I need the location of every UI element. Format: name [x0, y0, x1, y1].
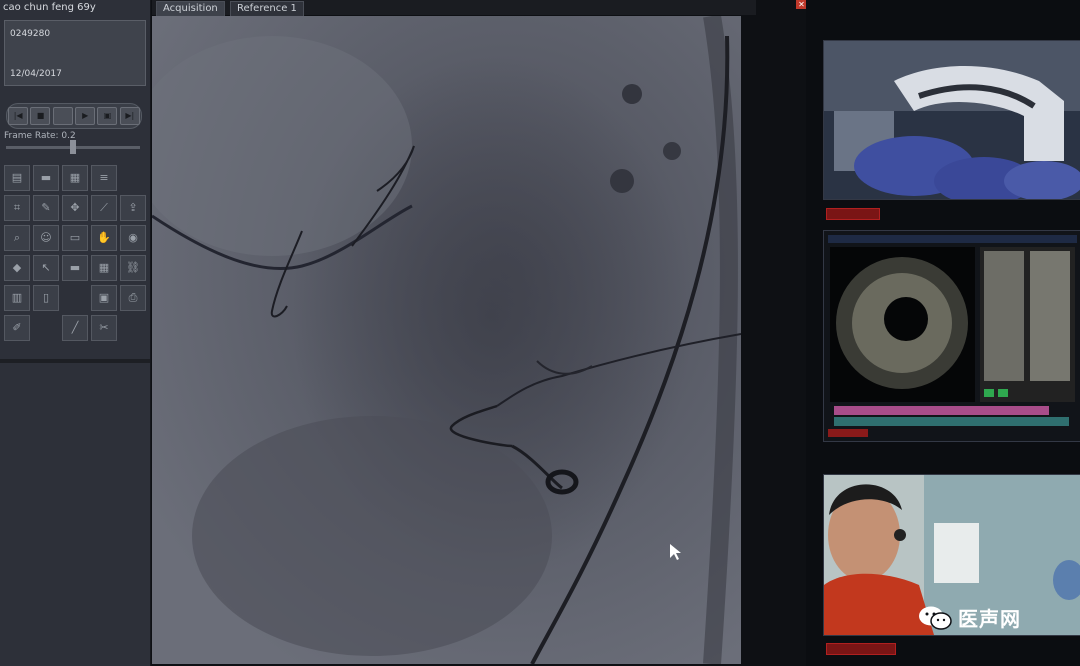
book-icon[interactable]: ▯ [33, 285, 59, 311]
tool-slot-empty [120, 315, 146, 341]
pointer-icon[interactable]: ↖ [33, 255, 59, 281]
ivus-image [824, 231, 1080, 441]
panel-divider [0, 359, 150, 363]
feed-label-tag [826, 643, 896, 655]
study-date: 12/04/2017 [10, 69, 62, 79]
wechat-logo-icon [919, 606, 952, 630]
frame-rate-slider-thumb[interactable] [70, 140, 76, 154]
tab-reference-1[interactable]: Reference 1 [230, 1, 304, 17]
ivus-video-feed [823, 230, 1080, 442]
first-frame-button[interactable]: |◀ [8, 107, 29, 125]
window-icon[interactable]: ▣ [91, 285, 117, 311]
control-panel: cao chun feng 69y 0249280 12/04/2017 |◀ … [0, 0, 151, 666]
watermark-text: 医声网 [958, 607, 1021, 631]
camera-icon[interactable]: ◉ [120, 225, 146, 251]
play-button[interactable]: ▶ [75, 107, 96, 125]
angiogram-viewport[interactable] [152, 16, 741, 664]
archive-icon[interactable]: ▤ [4, 165, 30, 191]
person-icon[interactable]: ☺ [33, 225, 59, 251]
folder-icon[interactable]: ▬ [62, 255, 88, 281]
layers-icon[interactable]: ▥ [4, 285, 30, 311]
folder-icon[interactable]: ▬ [33, 165, 59, 191]
cath-lab-video-feed [823, 40, 1080, 200]
stop-button[interactable]: ■ [30, 107, 51, 125]
watermark: 医声网 [918, 603, 1021, 632]
angiogram-image [152, 16, 741, 664]
video-feeds-column [806, 0, 1080, 666]
pause-button[interactable] [52, 107, 73, 125]
move-icon[interactable]: ✥ [62, 195, 88, 221]
link-icon[interactable]: ⛓ [120, 255, 146, 281]
tab-acquisition[interactable]: Acquisition [156, 1, 225, 17]
ruler-icon[interactable]: ◆ [4, 255, 30, 281]
tool-slot-empty [62, 285, 88, 311]
stack-icon[interactable]: ≡ [91, 165, 117, 191]
scissors-icon[interactable]: ✂ [91, 315, 117, 341]
film-icon[interactable]: ▭ [62, 225, 88, 251]
playback-controls: |◀ ■ ▶ ▣ ▶| [6, 103, 142, 129]
frame-rate-label: Frame Rate: 0.2 [4, 131, 76, 141]
tab-bar: Acquisition Reference 1 [152, 0, 756, 17]
hand-icon[interactable]: ✋ [91, 225, 117, 251]
patient-info-box: 0249280 12/04/2017 [4, 20, 146, 86]
step-button[interactable]: ▣ [97, 107, 118, 125]
last-frame-button[interactable]: ▶| [119, 107, 140, 125]
tool-grid: ▤ ▬ ▦ ≡ ⌗ ✎ ✥ ⟋ ⇪ ⌕ ☺ ▭ ✋ ◉ ◆ ↖ ▬ ▦ ⛓ ▥ ▯ ▣ ⎙ ✐ ╱ ✂ [4, 165, 146, 341]
patient-name: cao chun feng 69y [3, 2, 96, 13]
zoom-icon[interactable]: ⌕ [4, 225, 30, 251]
tool-slot-empty [120, 165, 146, 191]
edit-icon[interactable]: ✎ [33, 195, 59, 221]
grid-icon[interactable]: ▦ [91, 255, 117, 281]
line-icon[interactable]: ╱ [62, 315, 88, 341]
feed-label-tag [826, 208, 880, 220]
grid-icon[interactable]: ▦ [62, 165, 88, 191]
patient-id: 0249280 [10, 29, 51, 39]
tool-slot-empty [33, 315, 59, 341]
export-icon[interactable]: ⇪ [120, 195, 146, 221]
measure-icon[interactable]: ⟋ [91, 195, 117, 221]
brush-icon[interactable]: ✐ [4, 315, 30, 341]
crop-icon[interactable]: ⌗ [4, 195, 30, 221]
print-icon[interactable]: ⎙ [120, 285, 146, 311]
cath-lab-image [824, 41, 1080, 199]
